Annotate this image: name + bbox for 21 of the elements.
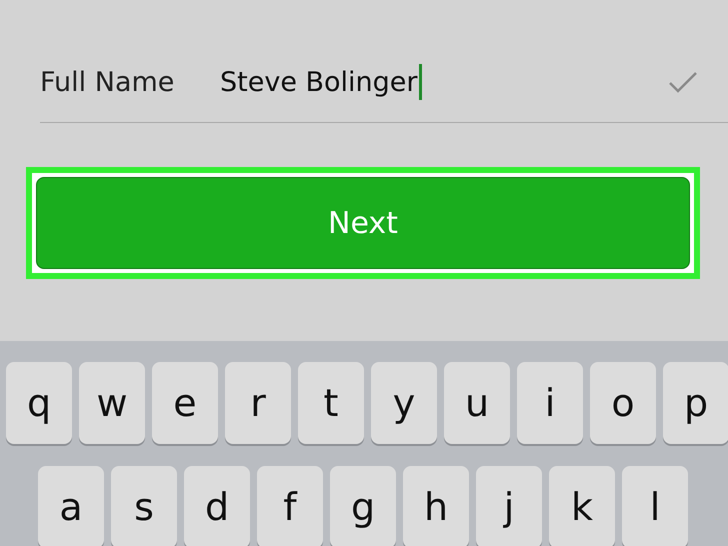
key[interactable]: w — [79, 362, 145, 444]
key[interactable]: q — [6, 362, 72, 444]
key[interactable]: y — [371, 362, 437, 444]
key[interactable]: d — [184, 466, 250, 546]
key[interactable]: h — [403, 466, 469, 546]
key[interactable]: p — [663, 362, 728, 444]
key[interactable]: j — [476, 466, 542, 546]
key[interactable]: k — [549, 466, 615, 546]
key[interactable]: i — [517, 362, 583, 444]
key[interactable]: l — [622, 466, 688, 546]
key[interactable]: t — [298, 362, 364, 444]
key[interactable]: g — [330, 466, 396, 546]
key[interactable]: a — [38, 466, 104, 546]
key[interactable]: f — [257, 466, 323, 546]
field-label: Full Name — [40, 66, 176, 98]
key[interactable]: s — [111, 466, 177, 546]
name-field[interactable]: Steve Bolinger — [220, 64, 668, 100]
key[interactable]: r — [225, 362, 291, 444]
key[interactable]: u — [444, 362, 510, 444]
key[interactable]: e — [152, 362, 218, 444]
key[interactable]: o — [590, 362, 656, 444]
